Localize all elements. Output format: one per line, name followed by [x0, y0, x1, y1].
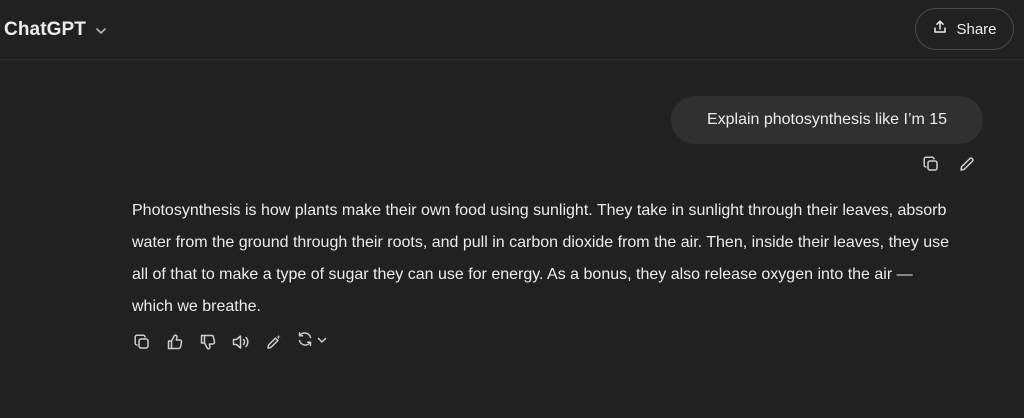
user-message-text: Explain photosynthesis like I’m 15 — [706, 111, 948, 128]
copy-user-message-button[interactable] — [920, 153, 942, 175]
copy-icon — [133, 333, 151, 351]
share-label: Share — [956, 20, 997, 38]
user-message-actions — [920, 153, 978, 175]
regenerate-icon — [296, 330, 314, 353]
regenerate-button[interactable] — [296, 330, 328, 353]
edit-pencil-icon — [958, 155, 976, 173]
top-bar: ChatGPT Share — [0, 0, 1024, 60]
share-upload-icon — [932, 19, 948, 40]
chevron-down-icon — [316, 333, 328, 351]
edit-sparkle-icon — [265, 333, 283, 351]
model-selector[interactable]: ChatGPT — [4, 16, 108, 44]
assistant-message-actions — [131, 330, 328, 353]
chevron-down-icon — [94, 24, 108, 38]
assistant-message-text: Photosynthesis is how plants make their … — [132, 202, 950, 315]
bad-response-button[interactable] — [197, 331, 219, 353]
read-aloud-button[interactable] — [230, 331, 252, 353]
model-name: ChatGPT — [4, 19, 86, 40]
user-message-bubble: Explain photosynthesis like I’m 15 — [671, 96, 983, 144]
good-response-button[interactable] — [164, 331, 186, 353]
speaker-icon — [231, 333, 251, 351]
thumbs-down-icon — [199, 333, 217, 351]
copy-icon — [922, 155, 940, 173]
thumbs-up-icon — [166, 333, 184, 351]
edit-user-message-button[interactable] — [956, 153, 978, 175]
edit-in-canvas-button[interactable] — [263, 331, 285, 353]
copy-response-button[interactable] — [131, 331, 153, 353]
share-button[interactable]: Share — [915, 8, 1014, 50]
